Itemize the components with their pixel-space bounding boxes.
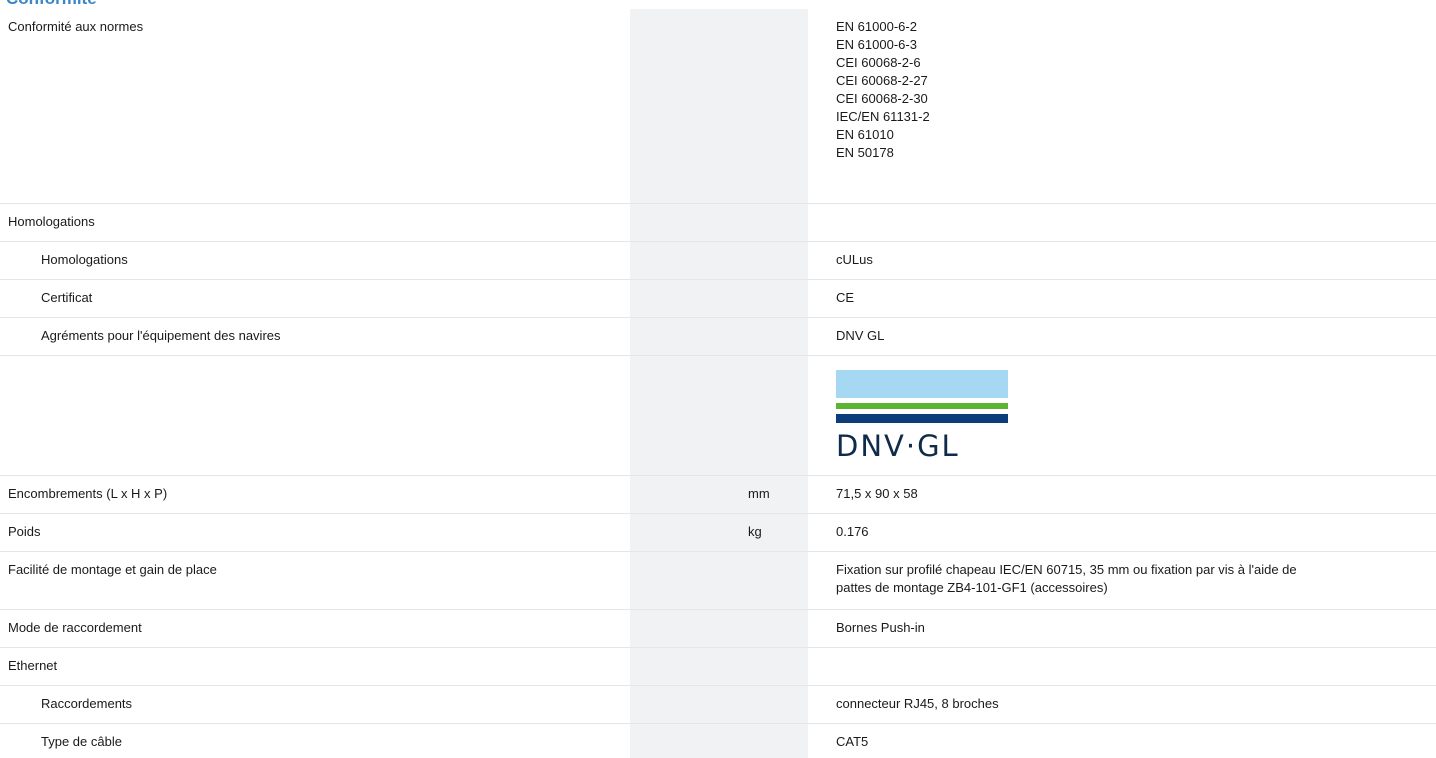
row-label: Facilité de montage et gain de place — [8, 562, 217, 577]
row-value: cULus — [836, 252, 873, 267]
row-unit — [630, 686, 808, 723]
row-unit: mm — [630, 476, 808, 513]
row-label: Homologations — [41, 252, 128, 267]
spec-row-logo: DNV·GL — [0, 356, 1436, 476]
row-value — [808, 204, 1436, 241]
row-label: Conformité aux normes — [8, 19, 144, 34]
row-label: Ethernet — [8, 658, 58, 673]
row-value: DNV GL — [836, 328, 885, 343]
row-value: 71,5 x 90 x 58 — [836, 486, 918, 501]
row-value: Fixation sur profilé chapeau IEC/EN 6071… — [808, 552, 1436, 609]
standard-item: IEC/EN 61131-2 — [836, 109, 930, 124]
row-unit — [630, 552, 808, 609]
spec-row-standards: Conformité aux normes EN 61000-6-2 EN 61… — [0, 9, 1436, 204]
row-unit — [630, 610, 808, 647]
row-value: connecteur RJ45, 8 broches — [836, 696, 999, 711]
row-unit — [630, 204, 808, 241]
standard-item: EN 61000-6-3 — [836, 37, 917, 52]
spec-row-dimensions: Encombrements (L x H x P) mm 71,5 x 90 x… — [0, 476, 1436, 514]
spec-row-ship-approvals: Agréments pour l'équipement des navires … — [0, 318, 1436, 356]
spec-row-homologations-group: Homologations — [0, 204, 1436, 242]
logo-text: DNV·GL — [836, 429, 960, 462]
row-unit — [630, 242, 808, 279]
section-heading: Conformité — [6, 0, 97, 9]
row-label: Poids — [8, 524, 41, 539]
logo-navy-band — [836, 414, 1008, 423]
spec-row-connection-mode: Mode de raccordement Bornes Push-in — [0, 610, 1436, 648]
spec-row-mounting: Facilité de montage et gain de place Fix… — [0, 552, 1436, 610]
logo-sky-band — [836, 370, 1008, 398]
row-label: Mode de raccordement — [8, 620, 142, 635]
row-label: Agréments pour l'équipement des navires — [41, 328, 281, 343]
row-value: CAT5 — [836, 734, 869, 749]
standard-item: CEI 60068-2-6 — [836, 55, 921, 70]
row-value: CE — [836, 290, 855, 305]
row-label: Homologations — [8, 214, 95, 229]
row-label: Encombrements (L x H x P) — [8, 486, 168, 501]
dnv-gl-logo: DNV·GL — [836, 362, 1416, 462]
spec-row-weight: Poids kg 0.176 — [0, 514, 1436, 552]
logo-green-band — [836, 403, 1008, 409]
row-value: 0.176 — [836, 524, 869, 539]
standard-item: EN 61000-6-2 — [836, 19, 917, 34]
row-unit — [630, 356, 808, 475]
spec-row-connections: Raccordements connecteur RJ45, 8 broches — [0, 686, 1436, 724]
row-label — [0, 356, 630, 475]
row-unit — [630, 648, 808, 685]
row-value: Bornes Push-in — [836, 620, 925, 635]
spec-row-homologations: Homologations cULus — [0, 242, 1436, 280]
row-value-list: EN 61000-6-2 EN 61000-6-3 CEI 60068-2-6 … — [808, 9, 1436, 203]
spec-row-cable-type: Type de câble CAT5 — [0, 724, 1436, 758]
standard-item: CEI 60068-2-30 — [836, 91, 928, 106]
standard-item: CEI 60068-2-27 — [836, 73, 928, 88]
row-label: Raccordements — [41, 696, 133, 711]
row-unit — [630, 9, 808, 203]
value-line: pattes de montage ZB4-101-GF1 (accessoir… — [836, 580, 1108, 595]
row-unit — [630, 318, 808, 355]
row-label: Type de câble — [41, 734, 122, 749]
row-unit — [630, 280, 808, 317]
row-label: Certificat — [41, 290, 93, 305]
dnv-gl-logo-cell: DNV·GL — [808, 356, 1436, 475]
standard-item: EN 61010 — [836, 127, 894, 142]
row-unit: kg — [630, 514, 808, 551]
spec-row-ethernet-group: Ethernet — [0, 648, 1436, 686]
spec-row-certificat: Certificat CE — [0, 280, 1436, 318]
row-value — [808, 648, 1436, 685]
standard-item: EN 50178 — [836, 145, 894, 160]
row-unit — [630, 724, 808, 758]
value-line: Fixation sur profilé chapeau IEC/EN 6071… — [836, 562, 1297, 577]
dnv-gl-logo-graphic: DNV·GL — [836, 370, 1008, 462]
spec-table: Conformité aux normes EN 61000-6-2 EN 61… — [0, 9, 1436, 758]
